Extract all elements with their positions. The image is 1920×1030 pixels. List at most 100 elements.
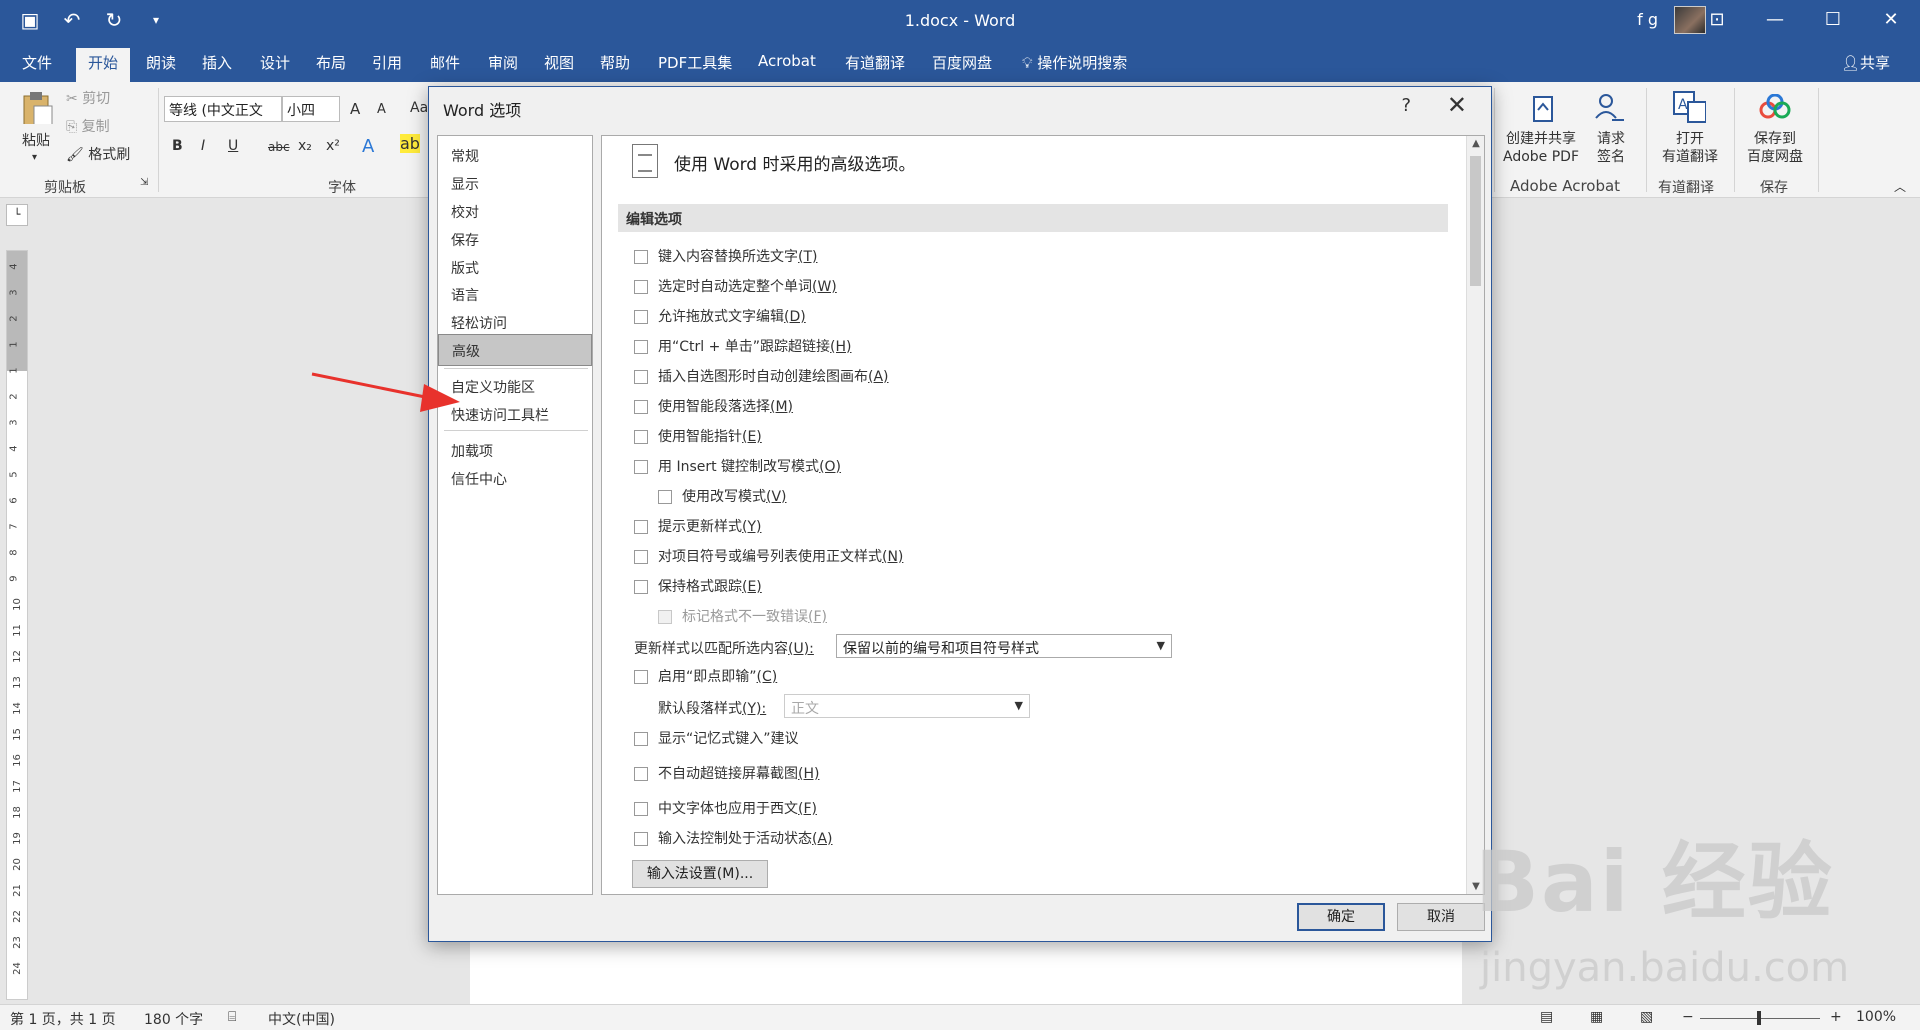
checkbox[interactable]: [634, 832, 648, 846]
request-signature-button[interactable]: 请求 签名: [1586, 130, 1636, 166]
checkbox[interactable]: [634, 670, 648, 684]
proofing-icon[interactable]: ⌸: [228, 1009, 236, 1025]
baidu-save-button[interactable]: 保存到 百度网盘: [1742, 130, 1808, 166]
shrink-font-icon[interactable]: A: [377, 102, 386, 117]
tab-help[interactable]: 帮助: [600, 52, 630, 73]
option-prompt-update-style[interactable]: 提示更新样式(Y): [634, 516, 761, 536]
option-typing-replaces[interactable]: 键入内容替换所选文字(T): [634, 246, 817, 266]
tab-home[interactable]: 开始: [76, 48, 131, 82]
collapse-ribbon-icon[interactable]: ︿: [1894, 178, 1906, 195]
tab-insert[interactable]: 插入: [202, 52, 232, 73]
tab-mailings[interactable]: 邮件: [430, 52, 460, 73]
maximize-icon[interactable]: ☐: [1804, 0, 1862, 42]
create-pdf-button[interactable]: 创建并共享 Adobe PDF: [1498, 130, 1584, 166]
nav-item-quick-access[interactable]: 快速访问工具栏: [438, 399, 592, 431]
superscript-button[interactable]: x²: [326, 138, 340, 154]
web-layout-icon[interactable]: ▧: [1640, 1009, 1653, 1025]
cut-button[interactable]: ✂ 剪切: [66, 88, 110, 108]
checkbox[interactable]: [634, 250, 648, 264]
option-ctrl-click[interactable]: 用“Ctrl + 单击”跟踪超链接(H): [634, 336, 852, 356]
tab-selector[interactable]: └: [6, 204, 28, 226]
update-style-select[interactable]: 保留以前的编号和项目符号样式 ▼: [836, 634, 1172, 658]
checkbox[interactable]: [658, 490, 672, 504]
tab-layout[interactable]: 布局: [316, 52, 346, 73]
checkbox[interactable]: [634, 802, 648, 816]
checkbox[interactable]: [634, 520, 648, 534]
option-overtype[interactable]: 使用改写模式(V): [658, 486, 787, 506]
zoom-out-icon[interactable]: −: [1682, 1009, 1694, 1025]
tab-baidu[interactable]: 百度网盘: [932, 52, 992, 73]
help-icon[interactable]: ?: [1401, 95, 1411, 116]
share-button[interactable]: 👤︎共享: [1841, 52, 1890, 73]
checkbox[interactable]: [634, 340, 648, 354]
option-normal-style-lists[interactable]: 对项目符号或编号列表使用正文样式(N): [634, 546, 903, 566]
change-case-icon[interactable]: Aa: [410, 100, 428, 116]
tab-view[interactable]: 视图: [544, 52, 574, 73]
scroll-down-icon[interactable]: ▼: [1467, 881, 1484, 892]
word-count[interactable]: 180 个字: [144, 1009, 203, 1029]
youdao-open-button[interactable]: 打开 有道翻译: [1656, 130, 1724, 166]
checkbox[interactable]: [634, 370, 648, 384]
italic-button[interactable]: I: [201, 138, 205, 154]
close-icon[interactable]: ✕: [1862, 0, 1920, 42]
request-signature-icon[interactable]: [1594, 92, 1628, 126]
read-mode-icon[interactable]: ▤: [1540, 1009, 1553, 1025]
tab-read-aloud[interactable]: 朗读: [146, 52, 176, 73]
nav-item-trust-center[interactable]: 信任中心: [438, 463, 592, 495]
tab-references[interactable]: 引用: [372, 52, 402, 73]
minimize-icon[interactable]: —: [1746, 0, 1804, 42]
option-keep-track-formatting[interactable]: 保持格式跟踪(E): [634, 576, 762, 596]
tab-pdf-tools[interactable]: PDF工具集: [658, 52, 732, 73]
option-drag-drop[interactable]: 允许拖放式文字编辑(D): [634, 306, 806, 326]
option-insert-key[interactable]: 用 Insert 键控制改写模式(O): [634, 456, 841, 476]
account-name[interactable]: f g: [1637, 10, 1658, 29]
ok-button[interactable]: 确定: [1297, 903, 1385, 931]
zoom-slider-thumb[interactable]: [1757, 1011, 1761, 1025]
font-name-combo[interactable]: 等线 (中文正文: [164, 96, 282, 122]
grow-font-icon[interactable]: A: [350, 100, 360, 118]
option-ime-active[interactable]: 输入法控制处于活动状态(A): [634, 828, 833, 848]
paste-dropdown-icon[interactable]: ▾: [32, 152, 37, 163]
checkbox[interactable]: [634, 460, 648, 474]
copy-button[interactable]: ⎘ 复制: [66, 116, 110, 136]
text-effects-icon[interactable]: A: [362, 136, 374, 157]
print-layout-icon[interactable]: ▦: [1590, 1009, 1603, 1025]
tab-review[interactable]: 审阅: [488, 52, 518, 73]
clipboard-launcher-icon[interactable]: ⇲: [140, 177, 148, 188]
underline-button[interactable]: U: [228, 138, 238, 154]
option-smart-cursor[interactable]: 使用智能指针(E): [634, 426, 762, 446]
format-painter-button[interactable]: 🖌︎ 格式刷: [66, 144, 130, 164]
option-cn-font-latin[interactable]: 中文字体也应用于西文(F): [634, 798, 817, 818]
tell-me-box[interactable]: 💡︎ 操作说明搜索: [1022, 52, 1127, 73]
bold-button[interactable]: B: [172, 138, 183, 154]
highlight-icon[interactable]: ab: [400, 134, 420, 153]
checkbox[interactable]: [634, 550, 648, 564]
zoom-level[interactable]: 100%: [1856, 1009, 1896, 1025]
option-click-and-type[interactable]: 启用“即点即输”(C): [634, 666, 777, 686]
scrollbar-thumb[interactable]: [1470, 156, 1481, 286]
page-count[interactable]: 第 1 页，共 1 页: [10, 1009, 116, 1029]
font-size-combo[interactable]: 小四: [282, 96, 340, 122]
option-autocomplete[interactable]: 显示“记忆式键入”建议: [634, 728, 799, 748]
checkbox[interactable]: [634, 310, 648, 324]
paste-icon[interactable]: [20, 90, 54, 124]
tab-file[interactable]: 文件: [22, 52, 52, 73]
option-select-entire-word[interactable]: 选定时自动选定整个单词(W): [634, 276, 837, 296]
option-drawing-canvas[interactable]: 插入自选图形时自动创建绘图画布(A): [634, 366, 889, 386]
checkbox[interactable]: [634, 732, 648, 746]
content-scrollbar[interactable]: ▲ ▼: [1466, 136, 1484, 894]
option-smart-paragraph[interactable]: 使用智能段落选择(M): [634, 396, 793, 416]
checkbox[interactable]: [634, 580, 648, 594]
checkbox[interactable]: [634, 280, 648, 294]
subscript-button[interactable]: x₂: [298, 138, 312, 154]
dialog-close-icon[interactable]: ✕: [1447, 91, 1467, 119]
strikethrough-button[interactable]: abc: [268, 140, 290, 154]
nav-item-advanced[interactable]: 高级: [438, 334, 592, 366]
tab-acrobat[interactable]: Acrobat: [758, 52, 816, 70]
ime-settings-button[interactable]: 输入法设置(M)...: [632, 860, 768, 888]
create-pdf-icon[interactable]: [1528, 94, 1562, 128]
checkbox[interactable]: [634, 400, 648, 414]
option-no-autolink-screenshot[interactable]: 不自动超链接屏幕截图(H): [634, 763, 819, 783]
checkbox[interactable]: [634, 767, 648, 781]
ribbon-display-icon[interactable]: ⊡: [1688, 0, 1746, 42]
